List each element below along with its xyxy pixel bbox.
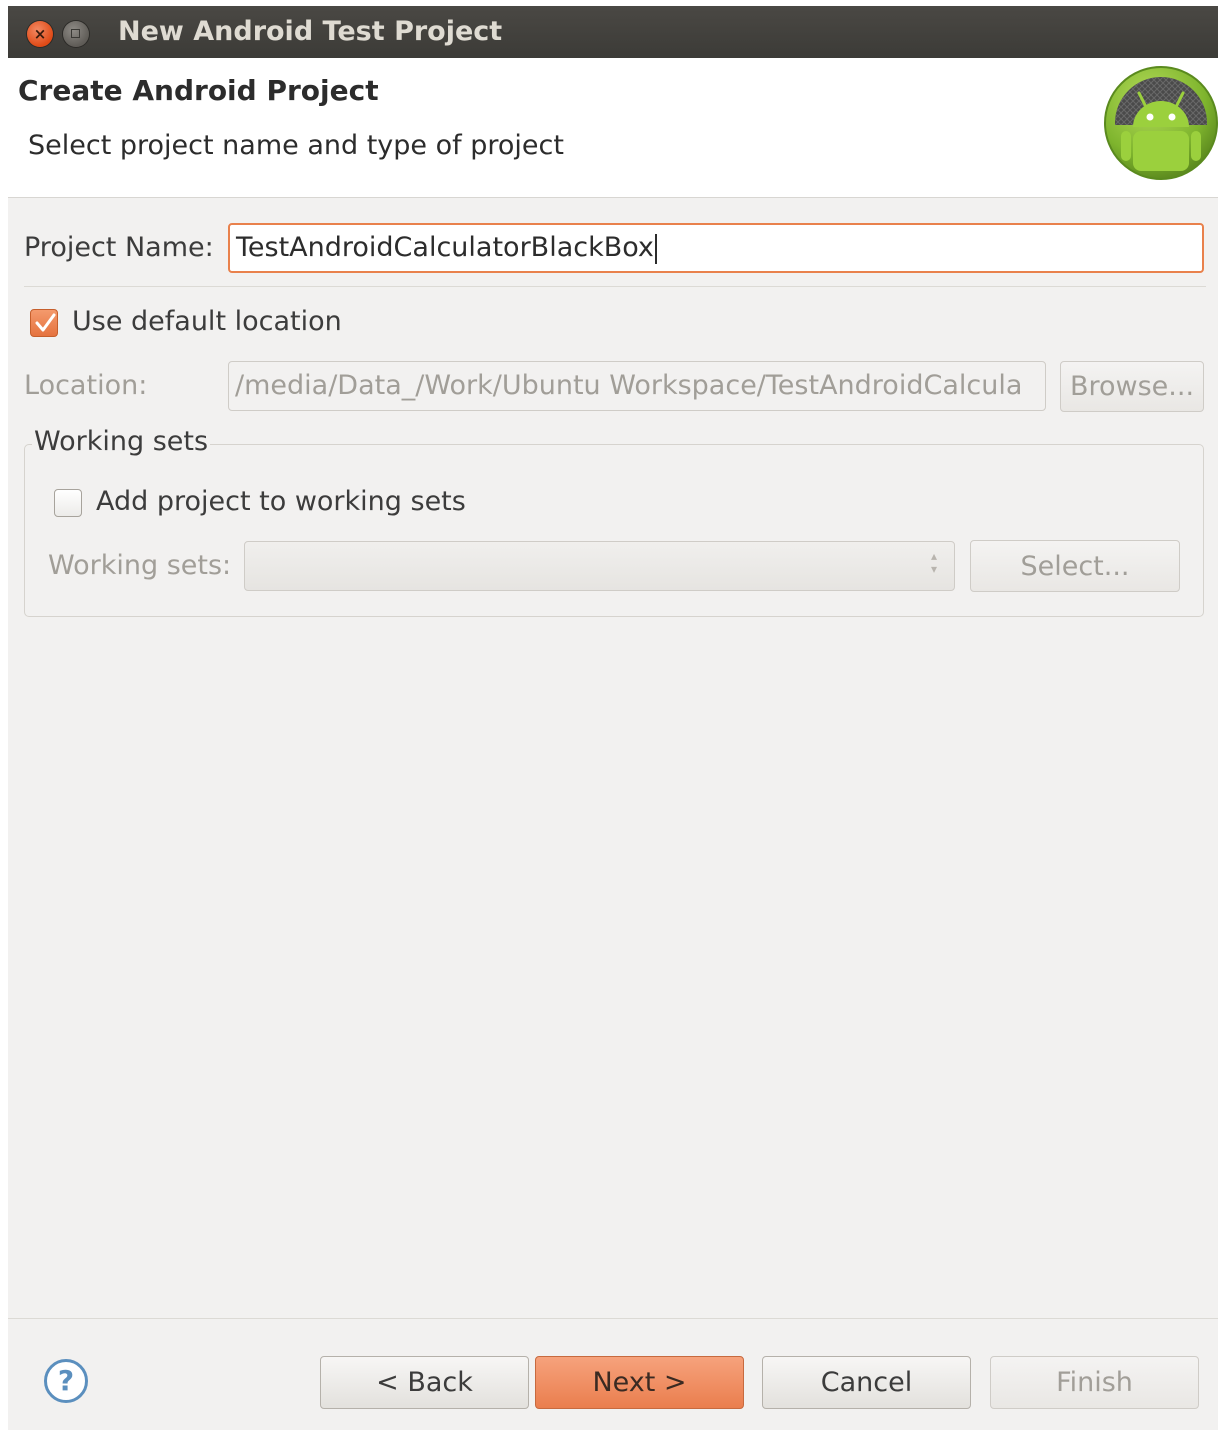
page-title: Create Android Project — [18, 74, 379, 107]
working-sets-label: Working sets: — [48, 550, 232, 581]
use-default-location-checkbox[interactable] — [30, 309, 58, 337]
project-name-value: TestAndroidCalculatorBlackBox — [236, 232, 654, 263]
maximize-icon — [71, 29, 80, 38]
footer-separator — [8, 1318, 1218, 1319]
select-working-sets-button[interactable]: Select... — [970, 540, 1180, 592]
checkmark-icon — [35, 313, 56, 332]
title-bar: × New Android Test Project — [8, 6, 1218, 58]
add-to-working-sets-label: Add project to working sets — [96, 486, 466, 517]
location-label: Location: — [24, 370, 148, 401]
text-caret — [654, 233, 657, 264]
wizard-banner: Create Android Project Select project na… — [8, 58, 1218, 198]
add-to-working-sets-checkbox[interactable] — [54, 489, 82, 517]
location-input[interactable]: /media/Data_/Work/Ubuntu Workspace/TestA… — [228, 361, 1046, 411]
maximize-button[interactable] — [63, 21, 89, 47]
cancel-button[interactable]: Cancel — [762, 1356, 971, 1409]
finish-button[interactable]: Finish — [990, 1356, 1199, 1409]
separator — [24, 286, 1206, 287]
android-robot-icon — [1104, 66, 1218, 180]
next-button[interactable]: Next > — [535, 1356, 744, 1409]
page-description: Select project name and type of project — [28, 130, 564, 161]
spinner-arrows-icon: ▴ ▾ — [930, 549, 938, 576]
working-sets-combo[interactable]: ▴ ▾ — [244, 541, 955, 591]
project-name-label: Project Name: — [24, 232, 214, 263]
help-icon[interactable]: ? — [44, 1359, 88, 1403]
use-default-location-label: Use default location — [72, 306, 342, 337]
window-title: New Android Test Project — [118, 16, 503, 47]
browse-button[interactable]: Browse... — [1060, 361, 1204, 412]
project-name-input[interactable]: TestAndroidCalculatorBlackBox — [228, 223, 1204, 273]
close-button[interactable]: × — [27, 21, 53, 47]
working-sets-group-title: Working sets — [32, 426, 211, 457]
back-button[interactable]: < Back — [320, 1356, 529, 1409]
dialog-window: × New Android Test Project Create Androi… — [8, 6, 1218, 1430]
